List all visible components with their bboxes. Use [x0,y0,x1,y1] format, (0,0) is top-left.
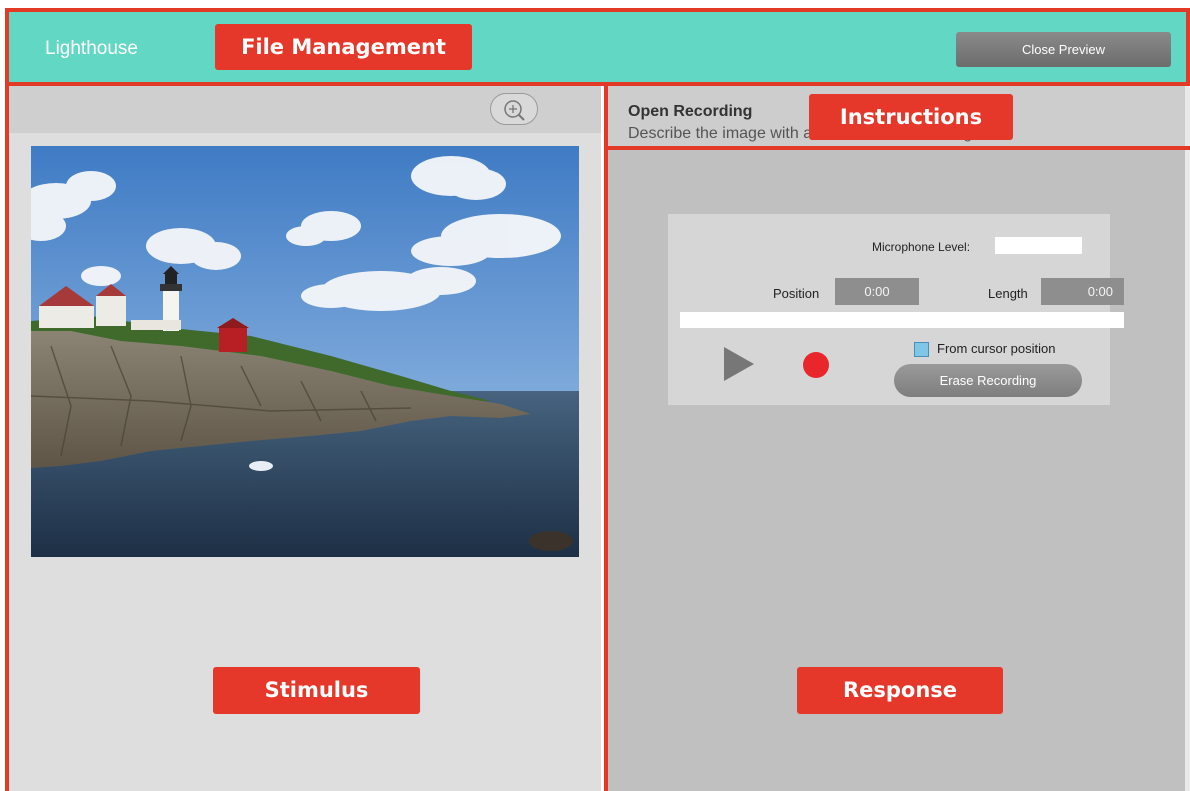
microphone-level-label: Microphone Level: [872,240,971,254]
play-icon[interactable] [724,347,754,381]
app-title: Lighthouse [45,38,138,59]
position-value: 0:00 [835,278,919,305]
close-preview-button[interactable]: Close Preview [956,32,1171,67]
stimulus-tag: Stimulus [213,667,420,714]
from-cursor-checkbox[interactable] [914,342,929,357]
instructions-divider [604,146,1190,150]
instructions-tag: Instructions [809,94,1013,140]
stimulus-toolbar [9,85,601,133]
length-label: Length [988,286,1028,301]
erase-recording-button[interactable]: Erase Recording [894,364,1082,397]
length-value: 0:00 [1041,278,1124,305]
record-icon[interactable] [803,352,829,378]
from-cursor-label: From cursor position [937,341,1056,356]
response-tag: Response [797,667,1003,714]
zoom-in-icon [504,100,525,121]
zoom-in-button[interactable] [490,93,538,125]
file-management-tag: File Management [215,24,472,70]
scrollbar[interactable] [1185,85,1190,791]
stimulus-image [31,146,579,557]
position-label: Position [773,286,820,301]
audio-recorder: Microphone Level: Position 0:00 Length 0… [668,214,1124,405]
playback-progress-bar[interactable] [680,312,1124,328]
file-management-bar: Lighthouse Close Preview [9,12,1190,82]
instructions-title: Open Recording [628,103,753,120]
microphone-level-meter [995,237,1082,254]
